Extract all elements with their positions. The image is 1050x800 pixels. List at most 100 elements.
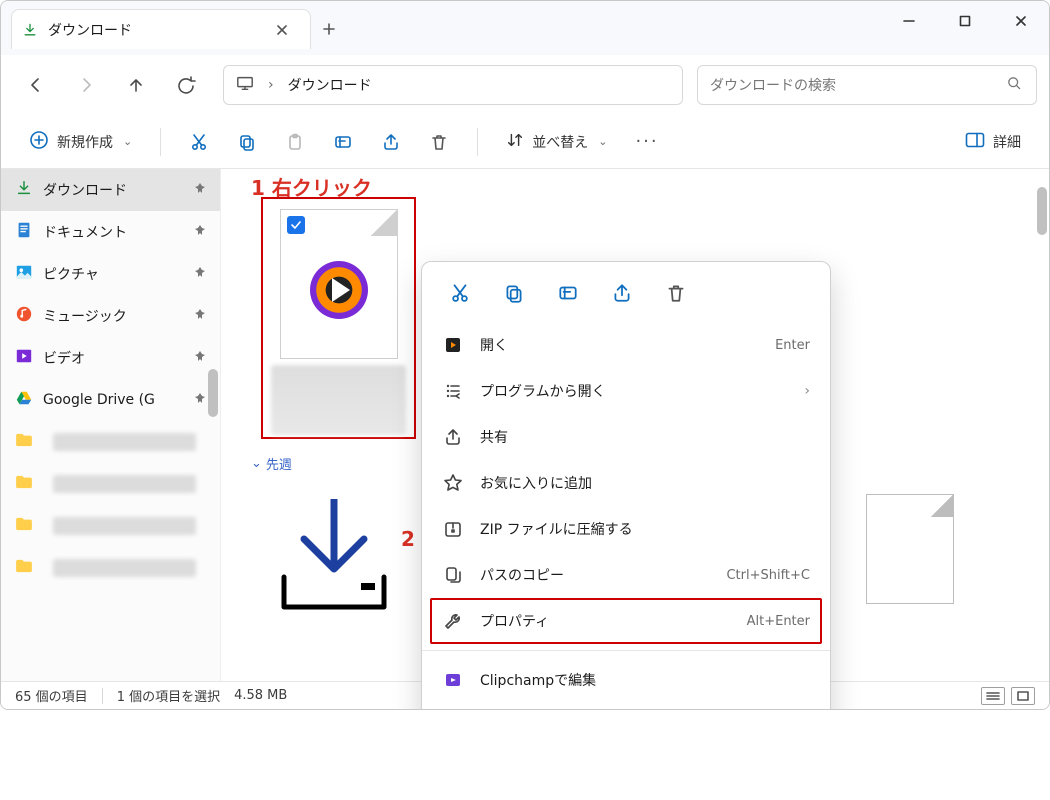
media-play-icon: [310, 261, 368, 319]
separator: [102, 688, 103, 704]
tab-downloads[interactable]: ダウンロード: [11, 9, 311, 49]
content-scrollbar[interactable]: [1037, 187, 1047, 235]
sidebar-item-music[interactable]: ミュージック: [1, 295, 220, 337]
clipchamp-icon: [442, 669, 464, 691]
sidebar-item-folder[interactable]: [1, 421, 220, 463]
selected-file[interactable]: [261, 197, 416, 439]
pin-icon: [194, 350, 206, 366]
file-explorer-window: ダウンロード › ダウンロード ダウンロードの検索: [0, 0, 1050, 710]
new-tab-button[interactable]: [311, 9, 347, 49]
group-label: 先週: [266, 454, 292, 473]
delete-button[interactable]: [419, 124, 459, 160]
minimize-button[interactable]: [881, 1, 937, 41]
close-window-button[interactable]: [993, 1, 1049, 41]
separator: [160, 128, 161, 156]
separator: [477, 128, 478, 156]
paste-button[interactable]: [275, 124, 315, 160]
share-button[interactable]: [371, 124, 411, 160]
new-button[interactable]: 新規作成 ⌄: [19, 124, 142, 160]
sidebar-item-folder[interactable]: [1, 463, 220, 505]
status-selection: 1 個の項目を選択: [117, 686, 220, 705]
separator: [422, 650, 830, 651]
context-item-zip[interactable]: ZIP ファイルに圧縮する: [422, 506, 830, 552]
maximize-button[interactable]: [937, 1, 993, 41]
close-tab-button[interactable]: [268, 16, 296, 44]
redacted-label: [53, 517, 196, 535]
star-icon: [442, 472, 464, 494]
context-rename-button[interactable]: [548, 276, 588, 310]
annotation-2: 2: [401, 527, 415, 551]
context-item-label: 開く: [480, 335, 759, 355]
navigation-bar: › ダウンロード ダウンロードの検索: [1, 55, 1049, 115]
details-icon: [965, 132, 985, 152]
sidebar-item-label: ダウンロード: [43, 180, 127, 200]
sidebar-item-folder[interactable]: [1, 547, 220, 589]
context-item-properties[interactable]: プロパティ Alt+Enter: [430, 598, 822, 644]
pin-icon: [194, 182, 206, 198]
copy-button[interactable]: [227, 124, 267, 160]
chevron-right-icon: ›: [804, 383, 810, 399]
redacted-label: [53, 433, 196, 451]
video-icon: [15, 347, 33, 369]
sidebar-item-downloads[interactable]: ダウンロード: [1, 169, 220, 211]
context-item-open[interactable]: 開く Enter: [422, 322, 830, 368]
sort-button[interactable]: 並べ替え ⌄: [496, 124, 617, 160]
gdrive-icon: [15, 389, 33, 411]
refresh-button[interactable]: [163, 65, 209, 105]
sidebar-item-folder[interactable]: [1, 505, 220, 547]
breadcrumb-current[interactable]: ダウンロード: [288, 75, 372, 95]
sidebar-item-gdrive[interactable]: Google Drive (G: [1, 379, 220, 421]
chevron-down-icon: ⌄: [251, 456, 262, 471]
folder-icon: [15, 517, 33, 535]
view-details-button[interactable]: [981, 687, 1005, 705]
sidebar-item-videos[interactable]: ビデオ: [1, 337, 220, 379]
view-thumbnails-button[interactable]: [1011, 687, 1035, 705]
context-item-favorite[interactable]: お気に入りに追加: [422, 460, 830, 506]
search-icon: [1006, 75, 1022, 95]
pin-icon: [194, 224, 206, 240]
rename-button[interactable]: [323, 124, 363, 160]
sidebar-item-pictures[interactable]: ピクチャ: [1, 253, 220, 295]
context-share-button[interactable]: [602, 276, 642, 310]
download-graphic-icon: [269, 499, 399, 619]
context-item-onedrive[interactable]: OneDrive ›: [422, 703, 830, 710]
context-item-shortcut: Alt+Enter: [747, 614, 810, 629]
sidebar-item-documents[interactable]: ドキュメント: [1, 211, 220, 253]
pin-icon: [194, 392, 206, 408]
context-item-open-with[interactable]: プログラムから開く ›: [422, 368, 830, 414]
generic-file-icon[interactable]: [866, 494, 954, 604]
sort-icon: [506, 131, 524, 153]
back-button[interactable]: [13, 65, 59, 105]
context-item-label: ZIP ファイルに圧縮する: [480, 519, 810, 539]
redacted-filename: [271, 365, 406, 435]
details-pane-button[interactable]: 詳細: [955, 124, 1031, 160]
new-label: 新規作成: [57, 132, 113, 152]
context-item-shortcut: Ctrl+Shift+C: [726, 568, 810, 583]
chevron-down-icon: ⌄: [598, 135, 607, 148]
search-box[interactable]: ダウンロードの検索: [697, 65, 1037, 105]
cut-button[interactable]: [179, 124, 219, 160]
forward-button[interactable]: [63, 65, 109, 105]
context-delete-button[interactable]: [656, 276, 696, 310]
window-controls: [881, 1, 1049, 41]
details-label: 詳細: [993, 132, 1021, 152]
context-item-share[interactable]: 共有: [422, 414, 830, 460]
pin-icon: [194, 308, 206, 324]
context-item-copy-path[interactable]: パスのコピー Ctrl+Shift+C: [422, 552, 830, 598]
sidebar-item-label: ピクチャ: [43, 264, 99, 284]
wrench-icon: [442, 610, 464, 632]
context-copy-button[interactable]: [494, 276, 534, 310]
context-quick-actions: [422, 272, 830, 322]
context-item-label: プログラムから開く: [480, 381, 788, 401]
address-bar[interactable]: › ダウンロード: [223, 65, 683, 105]
group-header-last-week[interactable]: ⌄ 先週: [251, 454, 292, 473]
context-item-clipchamp[interactable]: Clipchampで編集: [422, 657, 830, 703]
more-button[interactable]: ···: [625, 124, 668, 160]
sidebar-scrollbar[interactable]: [208, 369, 218, 417]
music-icon: [15, 305, 33, 327]
breadcrumb-separator: ›: [268, 77, 274, 93]
status-item-count: 65 個の項目: [15, 686, 88, 705]
context-cut-button[interactable]: [440, 276, 480, 310]
share-icon: [442, 426, 464, 448]
up-button[interactable]: [113, 65, 159, 105]
